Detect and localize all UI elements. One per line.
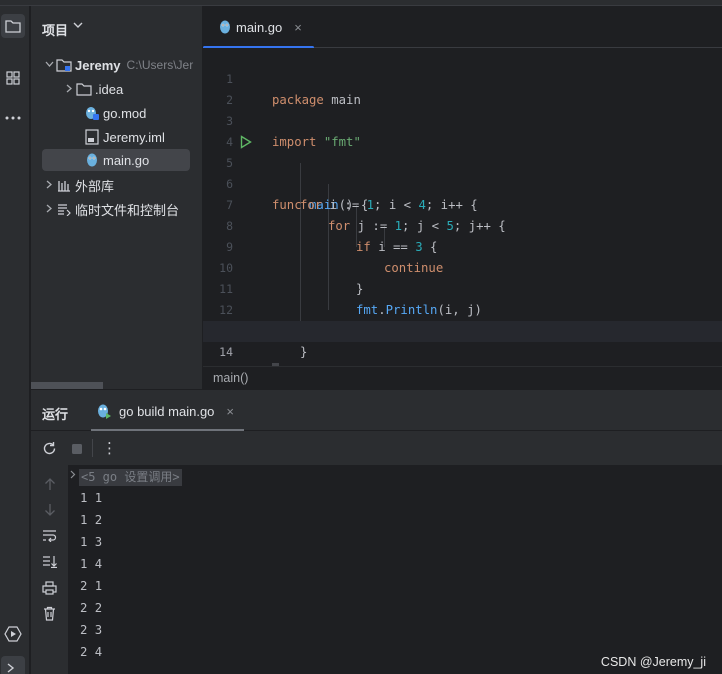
code-line: 2 [203, 69, 722, 107]
tree-item-label: go.mod [103, 105, 147, 121]
code-line: 6 for i := 1; i < 4; i++ { [203, 153, 722, 212]
services-icon[interactable] [1, 622, 25, 646]
console-line: 1 4 [80, 557, 103, 571]
scroll-to-end-icon[interactable] [41, 553, 58, 570]
breadcrumb-bar: main() [203, 366, 722, 389]
code-line: 7 for j := 1; j < 5; j++ { [203, 174, 722, 233]
chevron-right-icon[interactable] [42, 204, 56, 215]
code-line: 8 if i == 3 { [203, 195, 722, 254]
tree-item-label: 外部库 [75, 178, 115, 194]
module-folder-icon [56, 57, 72, 73]
close-icon[interactable]: × [226, 404, 234, 419]
chevron-right-icon[interactable] [62, 84, 76, 95]
run-tab[interactable]: go build main.go × [96, 398, 234, 424]
chevron-right-icon[interactable] [70, 470, 76, 482]
code-line: 11 fmt.Println(i, j) [203, 258, 722, 317]
editor-tab-bar: main.go × [203, 6, 722, 49]
code-line-current: 14 } [203, 321, 722, 366]
activity-bar [0, 6, 30, 674]
console-line: 2 2 [80, 601, 103, 615]
tree-item-main-go[interactable]: main.go [42, 149, 190, 171]
more-icon[interactable] [1, 106, 25, 130]
run-tab-label: go build main.go [119, 403, 215, 419]
tree-item-jeremy-iml[interactable]: Jeremy.iml [31, 126, 202, 148]
code-line: 10 } [203, 237, 722, 296]
run-panel-title: 运行 [42, 407, 69, 422]
run-triangle-icon[interactable] [240, 135, 252, 149]
console-line: 2 3 [80, 623, 103, 637]
code-editor[interactable]: 1 package main 2 3 import "fmt" 4 5 func… [203, 48, 722, 366]
tree-item-go-mod[interactable]: go.mod [31, 102, 202, 124]
project-panel: 项目 Jeremy C:\Users\Jer .idea go.mod Jere… [31, 6, 202, 389]
console-line: 1 1 [80, 491, 103, 505]
folder-icon [76, 81, 92, 97]
tree-item-project-root[interactable]: Jeremy C:\Users\Jer [31, 54, 202, 76]
soft-wrap-icon[interactable] [41, 527, 58, 544]
go-mod-file-icon [84, 105, 100, 121]
tree-item-scratches[interactable]: 临时文件和控制台 [31, 198, 202, 220]
chevron-right-icon[interactable] [42, 180, 56, 191]
go-build-icon [96, 403, 112, 419]
structure-icon[interactable] [1, 66, 25, 90]
rerun-icon[interactable] [41, 440, 58, 457]
console-line: 2 1 [80, 579, 103, 593]
project-root-label: Jeremy [75, 57, 121, 73]
tree-item-idea[interactable]: .idea [31, 78, 202, 100]
tree-item-label: Jeremy.iml [103, 129, 165, 145]
tree-item-external-libraries[interactable]: 外部库 [31, 174, 202, 196]
code-line: 3 import "fmt" [203, 90, 722, 149]
console-output[interactable]: <5 go 设置调用> 1 1 1 2 1 3 1 4 2 1 2 2 2 3 … [68, 465, 722, 674]
go-file-icon [84, 152, 100, 168]
tab-label: main.go [236, 19, 283, 35]
console-header[interactable]: <5 go 设置调用> [79, 469, 182, 486]
tab-main-go[interactable]: main.go × [203, 6, 314, 49]
chevron-down-icon[interactable] [42, 60, 56, 70]
project-root-path: C:\Users\Jer [126, 58, 194, 72]
stop-icon[interactable] [68, 440, 85, 457]
trash-icon[interactable] [41, 605, 58, 622]
console-line: 1 2 [80, 513, 103, 527]
scratches-icon [56, 201, 72, 217]
toolbar-divider [92, 439, 93, 457]
tree-item-label: 临时文件和控制台 [75, 202, 180, 218]
more-options-icon[interactable]: ⋮ [101, 439, 118, 457]
breadcrumb[interactable]: main() [213, 371, 248, 385]
code-line: 5 func main() { [203, 132, 722, 212]
iml-file-icon [84, 129, 100, 145]
terminal-icon[interactable] [1, 656, 25, 674]
code-line: 12 } [203, 279, 722, 338]
code-line: 9 continue [203, 216, 722, 275]
console-line: 1 3 [80, 535, 103, 549]
tree-item-label: .idea [95, 81, 124, 97]
code-line: 15 [203, 342, 722, 363]
chevron-down-icon[interactable] [73, 21, 83, 32]
library-icon [56, 177, 72, 193]
arrow-down-icon[interactable] [41, 501, 58, 518]
folder-icon[interactable] [1, 14, 25, 38]
go-file-icon [217, 19, 233, 35]
print-icon[interactable] [41, 579, 58, 596]
close-icon[interactable]: × [294, 20, 302, 35]
console-line: 2 4 [80, 645, 103, 659]
code-line: 4 [203, 111, 722, 149]
horizontal-scrollbar[interactable] [31, 382, 103, 389]
tree-item-label: main.go [103, 152, 150, 168]
code-line: 13 } [203, 300, 722, 359]
project-panel-title[interactable]: 项目 [42, 20, 68, 39]
run-side-toolbar [31, 465, 68, 674]
arrow-up-icon[interactable] [41, 475, 58, 492]
watermark: CSDN @Jeremy_ji [600, 655, 706, 669]
run-toolbar: ⋮ [31, 431, 722, 465]
code-line: 1 package main [203, 48, 722, 107]
run-panel-header: 运行 go build main.go × [31, 389, 722, 431]
